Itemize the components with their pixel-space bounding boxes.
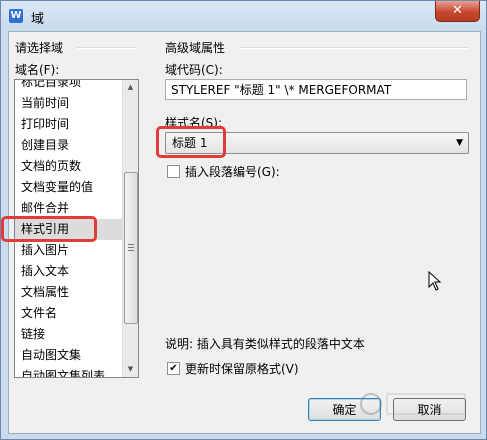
dialog-window: W 域 ✕ 请选择域 域名(F): 标记目录项 当前时间 打印时间 创建目录 文档的页数… [0,0,487,440]
field-names-label: 域名(F): [15,63,60,77]
field-list-item[interactable]: 自动图文集列表 [15,366,123,377]
grip-line [128,244,134,245]
field-list-item[interactable]: 当前时间 [15,93,123,114]
title-bar[interactable]: W 域 ✕ [1,1,486,31]
field-list-item[interactable]: 文档变量的值 [15,177,123,198]
insert-paragraph-number-checkbox[interactable] [167,165,180,178]
preserve-format-label: 更新时保留原格式(V) [185,362,299,376]
watermark [359,390,475,424]
right-group-title: 高级域属性 [165,41,226,55]
close-button[interactable]: ✕ [435,1,480,22]
grip-line [128,247,134,248]
wps-app-icon: W [9,9,23,23]
grip-line [128,250,134,251]
field-list-item[interactable]: 插入图片 [15,240,123,261]
list-selection-highlight [1,216,97,242]
field-list-item[interactable]: 链接 [15,324,123,345]
insert-paragraph-number-label: 插入段落编号(G): [185,165,280,179]
field-list-item[interactable]: 文档属性 [15,282,123,303]
description-text: 说明: 插入具有类似样式的段落中文本 [165,337,365,351]
preserve-format-checkbox[interactable]: ✔ [167,362,180,375]
window-title: 域 [31,12,45,27]
field-list-item[interactable]: 文件名 [15,303,123,324]
field-list-item[interactable]: 文档的页数 [15,156,123,177]
mouse-cursor-icon [428,271,442,291]
scroll-thumb[interactable] [124,172,138,324]
field-code-label: 域代码(C): [165,63,223,77]
scroll-up-icon[interactable]: ▲ [124,80,137,95]
field-list-item[interactable]: 创建目录 [15,135,123,156]
field-list-item[interactable]: 插入文本 [15,261,123,282]
listbox-scrollbar[interactable]: ▲ ▼ [122,80,138,377]
field-list-item[interactable]: 打印时间 [15,114,123,135]
dropdown-arrow-icon[interactable]: ▼ [456,133,463,153]
left-group-title: 请选择域 [15,41,64,55]
field-list-item[interactable]: 标记目录项 [15,80,123,93]
scroll-down-icon[interactable]: ▼ [124,362,137,377]
left-group-divider [77,47,137,49]
style-select-highlight [156,126,226,158]
right-group-divider [239,47,469,49]
field-list-item[interactable]: 自动图文集 [15,345,123,366]
field-code-input[interactable]: STYLEREF "标题 1" \* MERGEFORMAT [165,79,467,100]
checkmark-icon: ✔ [169,363,178,374]
